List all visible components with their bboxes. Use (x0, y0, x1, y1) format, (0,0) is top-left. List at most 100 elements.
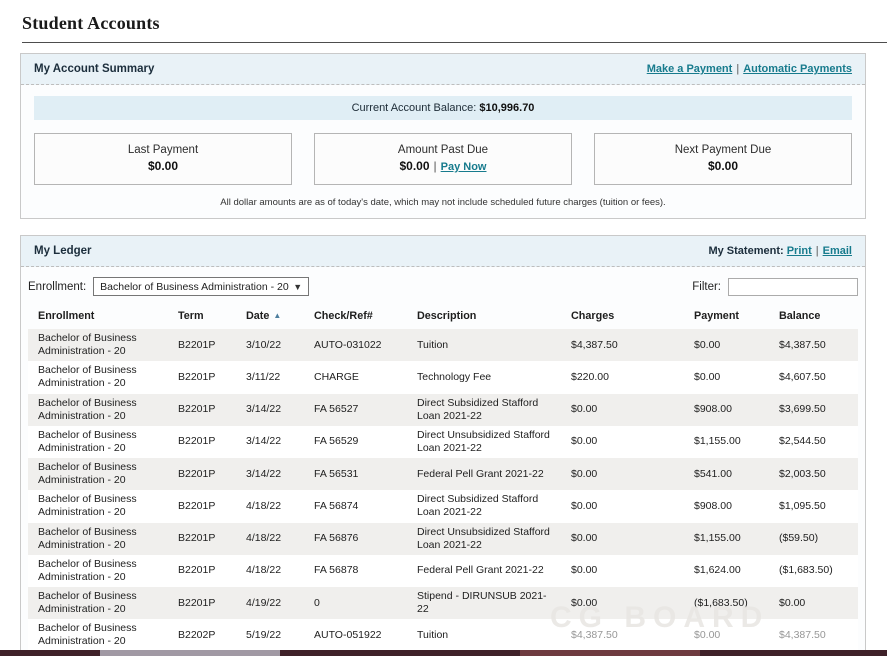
account-summary-title: My Account Summary (34, 63, 154, 75)
value-separator: | (434, 159, 437, 173)
cell-balance: $4,387.50 (769, 619, 858, 651)
cell-checkref: FA 56527 (304, 394, 407, 426)
make-a-payment-link[interactable]: Make a Payment (647, 63, 733, 75)
table-row: Bachelor of Business Administration - 20… (28, 490, 858, 522)
cell-payment: $541.00 (684, 458, 769, 490)
table-row: Bachelor of Business Administration - 20… (28, 361, 858, 393)
cell-description: Direct Subsidized Stafford Loan 2021-22 (407, 490, 561, 522)
col-header-balance[interactable]: Balance (769, 305, 858, 329)
cell-charges: $4,387.50 (561, 329, 684, 361)
col-header-enrollment[interactable]: Enrollment (28, 305, 168, 329)
cell-description: Federal Pell Grant 2021-22 (407, 458, 561, 490)
cell-description: Technology Fee (407, 361, 561, 393)
cell-balance: $3,699.50 (769, 394, 858, 426)
cell-enrollment: Bachelor of Business Administration - 20 (28, 361, 168, 393)
ledger-header-row: Enrollment Term Date▲ Check/Ref# Descrip… (28, 305, 858, 329)
cell-charges: $0.00 (561, 523, 684, 555)
statement-links: My Statement: Print|Email (708, 245, 852, 257)
cell-enrollment: Bachelor of Business Administration - 20 (28, 587, 168, 619)
cell-term: B2201P (168, 523, 236, 555)
cell-payment: $1,624.00 (684, 555, 769, 587)
cell-date: 4/19/22 (236, 587, 304, 619)
cell-charges: $4,387.50 (561, 619, 684, 651)
col-header-payment[interactable]: Payment (684, 305, 769, 329)
ledger-controls: Enrollment: Bachelor of Business Adminis… (21, 267, 865, 303)
cell-balance: $2,544.50 (769, 426, 858, 458)
filter-input[interactable] (728, 278, 858, 296)
last-payment-label: Last Payment (39, 144, 287, 156)
col-header-checkref[interactable]: Check/Ref# (304, 305, 407, 329)
cell-payment: $908.00 (684, 394, 769, 426)
table-row: Bachelor of Business Administration - 20… (28, 426, 858, 458)
cell-charges: $0.00 (561, 426, 684, 458)
cell-description: Tuition (407, 329, 561, 361)
automatic-payments-link[interactable]: Automatic Payments (743, 63, 852, 75)
table-row: Bachelor of Business Administration - 20… (28, 555, 858, 587)
cell-enrollment: Bachelor of Business Administration - 20 (28, 523, 168, 555)
cell-checkref: FA 56878 (304, 555, 407, 587)
email-link[interactable]: Email (823, 245, 852, 257)
cell-payment: $0.00 (684, 329, 769, 361)
col-header-term[interactable]: Term (168, 305, 236, 329)
cell-date: 3/14/22 (236, 394, 304, 426)
cell-charges: $0.00 (561, 490, 684, 522)
cell-term: B2201P (168, 329, 236, 361)
cell-checkref: 0 (304, 587, 407, 619)
cell-enrollment: Bachelor of Business Administration - 20 (28, 329, 168, 361)
cell-balance: ($59.50) (769, 523, 858, 555)
amount-past-due-value: $0.00|Pay Now (319, 159, 567, 173)
cell-enrollment: Bachelor of Business Administration - 20 (28, 458, 168, 490)
cell-date: 3/14/22 (236, 458, 304, 490)
account-summary-header: My Account Summary Make a Payment| Automa… (21, 54, 865, 85)
table-row: Bachelor of Business Administration - 20… (28, 329, 858, 361)
cell-term: B2201P (168, 490, 236, 522)
cell-payment: $1,155.00 (684, 523, 769, 555)
cell-enrollment: Bachelor of Business Administration - 20 (28, 426, 168, 458)
cell-date: 3/11/22 (236, 361, 304, 393)
ledger-panel: My Ledger My Statement: Print|Email Enro… (20, 235, 866, 656)
pay-now-link[interactable]: Pay Now (441, 161, 487, 173)
ledger-title: My Ledger (34, 245, 92, 257)
cell-payment: $0.00 (684, 619, 769, 651)
cell-checkref: CHARGE (304, 361, 407, 393)
table-row: Bachelor of Business Administration - 20… (28, 619, 858, 651)
last-payment-box: Last Payment $0.00 (34, 133, 292, 185)
balance-label: Current Account Balance: (352, 102, 477, 114)
cell-term: B2201P (168, 555, 236, 587)
bottom-edge-segment (520, 650, 700, 656)
next-payment-due-box: Next Payment Due $0.00 (594, 133, 852, 185)
cell-enrollment: Bachelor of Business Administration - 20 (28, 490, 168, 522)
ledger-header: My Ledger My Statement: Print|Email (21, 236, 865, 267)
summary-note: All dollar amounts are as of today's dat… (31, 197, 855, 208)
cell-charges: $0.00 (561, 555, 684, 587)
cell-payment: $1,155.00 (684, 426, 769, 458)
cell-date: 3/14/22 (236, 426, 304, 458)
col-header-description[interactable]: Description (407, 305, 561, 329)
enrollment-select[interactable]: Bachelor of Business Administration - 20… (93, 277, 309, 296)
cell-description: Direct Unsubsidized Stafford Loan 2021-2… (407, 426, 561, 458)
table-row: Bachelor of Business Administration - 20… (28, 458, 858, 490)
cell-term: B2202P (168, 619, 236, 651)
print-link[interactable]: Print (787, 245, 812, 257)
cell-checkref: FA 56874 (304, 490, 407, 522)
col-header-charges[interactable]: Charges (561, 305, 684, 329)
bottom-window-edge (0, 650, 887, 656)
cell-description: Direct Subsidized Stafford Loan 2021-22 (407, 394, 561, 426)
cell-checkref: FA 56876 (304, 523, 407, 555)
cell-payment: $908.00 (684, 490, 769, 522)
account-summary-links: Make a Payment| Automatic Payments (647, 63, 852, 75)
cell-payment: $0.00 (684, 361, 769, 393)
enrollment-selected-value: Bachelor of Business Administration - 20 (100, 281, 289, 293)
table-row: Bachelor of Business Administration - 20… (28, 587, 858, 619)
cell-description: Stipend - DIRUNSUB 2021-22 (407, 587, 561, 619)
statement-label: My Statement: (708, 245, 783, 257)
cell-enrollment: Bachelor of Business Administration - 20 (28, 619, 168, 651)
cell-charges: $0.00 (561, 458, 684, 490)
link-separator: | (736, 63, 739, 75)
col-header-date[interactable]: Date▲ (236, 305, 304, 329)
cell-checkref: FA 56531 (304, 458, 407, 490)
cell-date: 5/19/22 (236, 619, 304, 651)
cell-checkref: FA 56529 (304, 426, 407, 458)
cell-enrollment: Bachelor of Business Administration - 20 (28, 394, 168, 426)
cell-date: 3/10/22 (236, 329, 304, 361)
